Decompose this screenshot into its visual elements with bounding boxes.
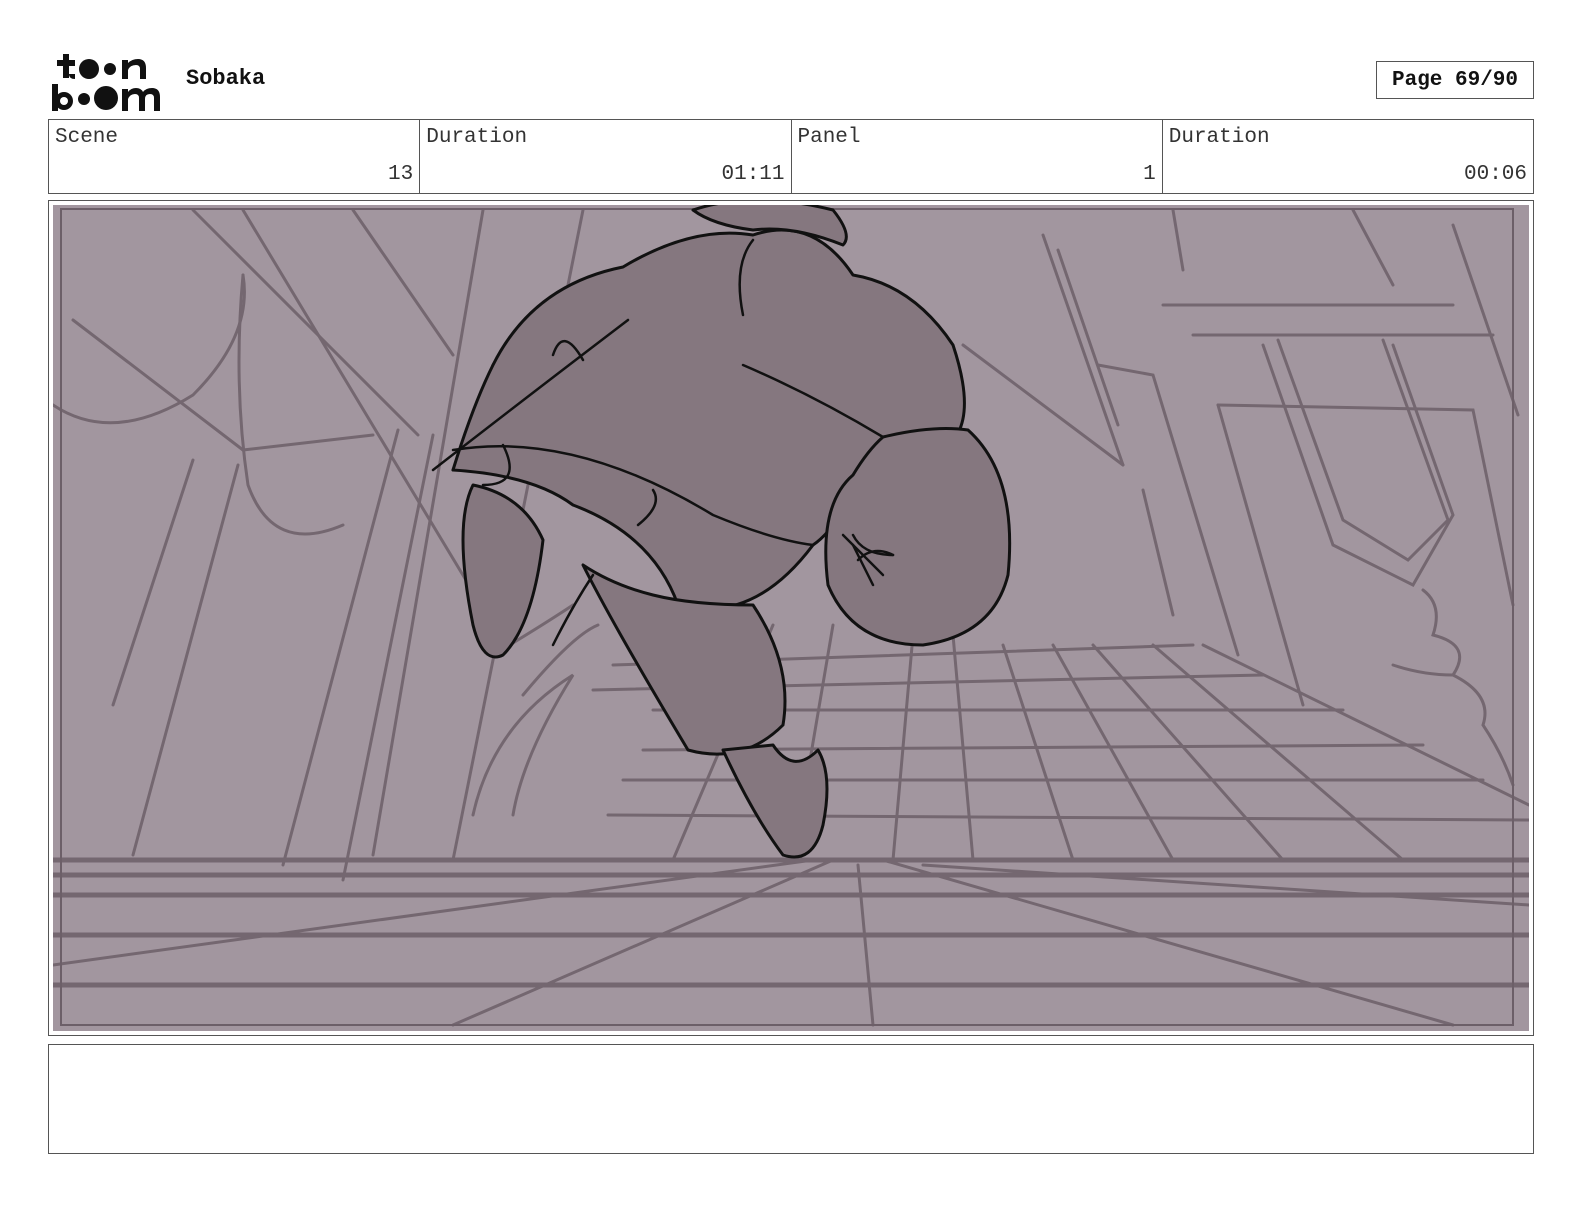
panel-duration-cell: Duration 00:06 [1163,120,1533,193]
scene-duration-label: Duration [426,126,528,149]
project-title: Sobaka [186,66,266,91]
scene-duration-value: 01:11 [721,163,785,186]
scene-duration-cell: Duration 01:11 [420,120,792,193]
panel-label: Panel [797,126,861,149]
toon-boom-logo [52,54,160,111]
page-label: Page 69/90 [1391,68,1519,92]
panel-duration-label: Duration [1168,126,1270,149]
panel-notes-area[interactable] [48,1044,1534,1154]
scene-value: 13 [388,163,414,186]
page-indicator: Page 69/90 [1376,61,1534,99]
scene-cell: Scene 13 [49,120,421,193]
scene-info-table: Scene 13 Duration 01:11 Panel 1 Duration… [48,119,1534,194]
panel-cell: Panel 1 [792,120,1163,193]
storyboard-panel-frame [48,200,1534,1036]
scene-label: Scene [55,126,119,149]
panel-duration-value: 00:06 [1463,163,1527,186]
storyboard-sketch [53,205,1529,1031]
panel-value: 1 [1143,163,1156,186]
